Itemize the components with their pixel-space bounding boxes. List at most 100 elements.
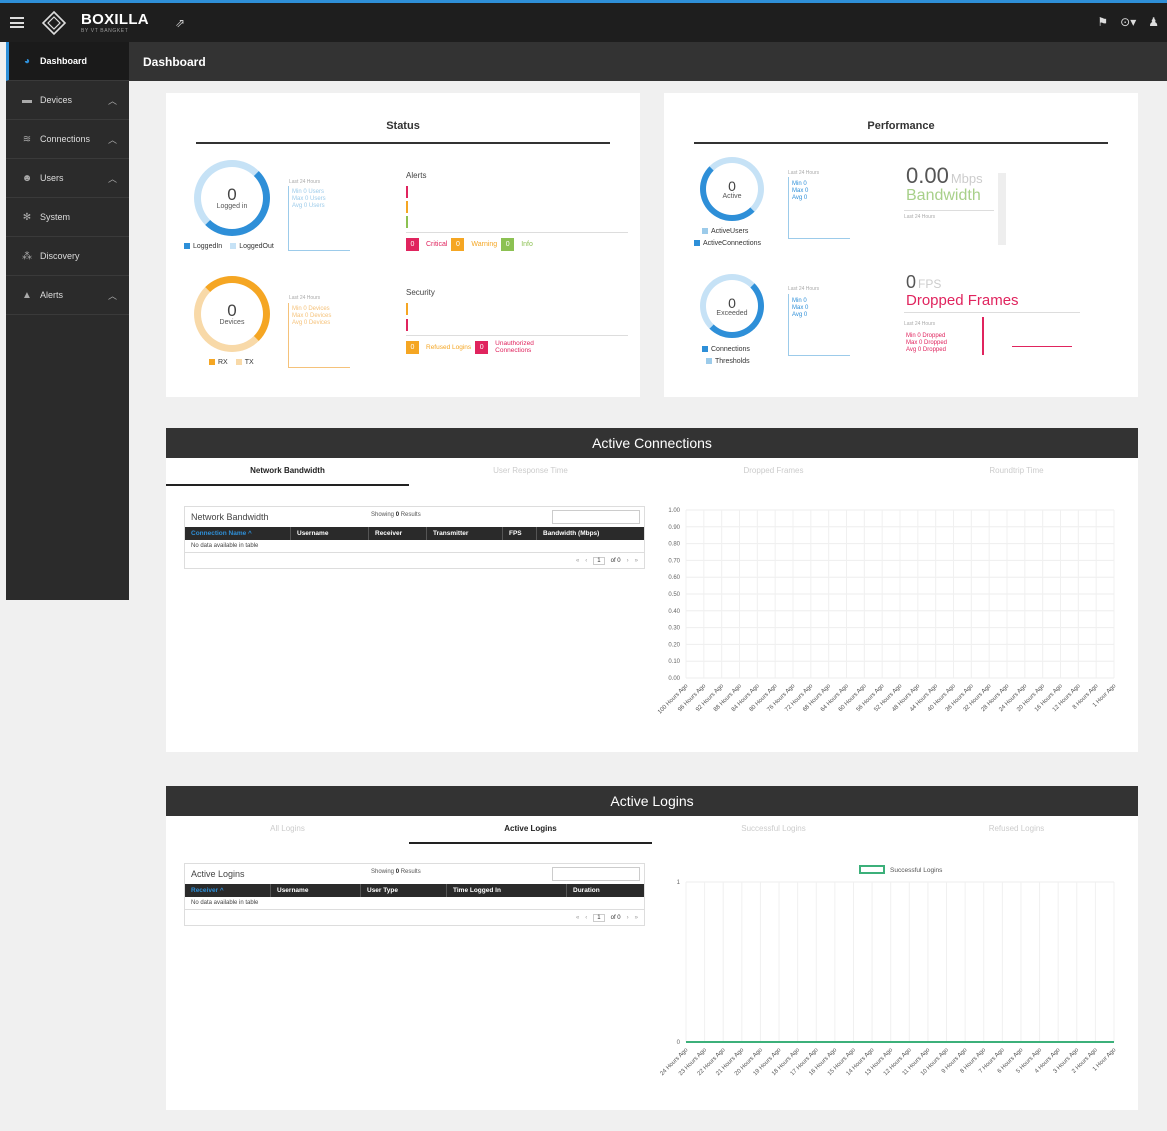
column-receiver[interactable]: Receiver ^ (185, 884, 271, 897)
column-time-logged-in[interactable]: Time Logged In (447, 884, 567, 897)
column-bandwidth[interactable]: Bandwidth (Mbps) (537, 527, 644, 540)
tab-successful-logins[interactable]: Successful Logins (652, 816, 895, 844)
column-connection-name[interactable]: Connection Name ^ (185, 527, 291, 540)
column-transmitter[interactable]: Transmitter (427, 527, 503, 540)
active-legend: ActiveUsers ActiveConnections (694, 228, 761, 247)
bandwidth-value: 0.00 (906, 163, 949, 188)
info-count-badge: 0 (501, 238, 515, 251)
refused-label: Refused Logins (426, 343, 472, 351)
exceeded-mini-chart (788, 294, 850, 356)
search-input[interactable] (552, 867, 640, 881)
tab-refused-logins[interactable]: Refused Logins (895, 816, 1138, 844)
active-logins-header: Active Logins (166, 786, 1138, 816)
tab-roundtrip-time[interactable]: Roundtrip Time (895, 458, 1138, 486)
active-count: 0 (728, 177, 736, 194)
tab-user-response-time[interactable]: User Response Time (409, 458, 652, 486)
logged-last-label: Last 24 Hours (289, 179, 321, 185)
alerts-title: Alerts (406, 171, 427, 180)
last-page-button[interactable]: » (635, 558, 638, 564)
devices-legend: RX TX (209, 359, 254, 366)
logged-in-donut: 0 Logged in (194, 160, 270, 236)
sidebar-item-users[interactable]: ☻ Users ︿ (6, 159, 129, 198)
tab-all-logins[interactable]: All Logins (166, 816, 409, 844)
sidebar-item-devices[interactable]: ▬ Devices ︿ (6, 81, 129, 120)
security-legend: 0 Refused Logins 0 Unauthorized Connection… (406, 340, 547, 354)
sidebar: ◕ Dashboard ▬ Devices ︿ ≋ Connections ︿ … (6, 42, 129, 600)
tab-dropped-frames[interactable]: Dropped Frames (652, 458, 895, 486)
devices-icon: ▬ (22, 94, 32, 106)
sidebar-item-connections[interactable]: ≋ Connections ︿ (6, 120, 129, 159)
legend-item: TX (235, 359, 254, 366)
devices-mini-chart (288, 303, 350, 368)
fps-rule (904, 312, 1080, 313)
devices-last-label: Last 24 Hours (289, 295, 321, 301)
prev-page-button[interactable]: ‹ (585, 915, 587, 921)
results-count: Showing 0 Results (371, 512, 421, 518)
column-receiver[interactable]: Receiver (369, 527, 427, 540)
info-label: Info (521, 241, 533, 248)
warning-icon: ▲ (22, 289, 32, 301)
column-username[interactable]: Username (271, 884, 361, 897)
table-header: Receiver ^ Username User Type Time Logge… (185, 884, 644, 897)
exceeded-label: Exceeded (716, 309, 748, 317)
legend-item: ActiveUsers (702, 228, 748, 235)
tab-network-bandwidth[interactable]: Network Bandwidth (166, 458, 409, 486)
external-link-icon[interactable]: ⇗ (175, 16, 185, 30)
column-user-type[interactable]: User Type (361, 884, 447, 897)
active-last-label: Last 24 Hours (788, 170, 820, 176)
table-header: Connection Name ^ Username Receiver Tran… (185, 527, 644, 540)
page-input[interactable]: 1 (593, 913, 605, 922)
info-bar (406, 216, 408, 228)
sidebar-item-label: Dashboard (40, 56, 88, 66)
column-duration[interactable]: Duration (567, 884, 644, 897)
user-icon[interactable]: ♟ (1148, 15, 1159, 29)
first-page-button[interactable]: « (576, 558, 579, 564)
x-tick-label: 100 Hours Ago (657, 683, 690, 716)
search-input[interactable] (552, 510, 640, 524)
active-logins-tabs: All Logins Active Logins Successful Logi… (166, 816, 1138, 844)
page-input[interactable]: 1 (593, 556, 605, 565)
column-username[interactable]: Username (291, 527, 369, 540)
active-connections-tabs: Network Bandwidth User Response Time Dro… (166, 458, 1138, 486)
chevron-up-icon: ︿ (107, 290, 117, 301)
help-icon[interactable]: ⊙▾ (1120, 15, 1136, 29)
prev-page-button[interactable]: ‹ (585, 558, 587, 564)
sidebar-item-label: System (40, 212, 71, 222)
status-title: Status (386, 120, 420, 132)
column-fps[interactable]: FPS (503, 527, 537, 540)
warning-label: Warning (471, 241, 498, 248)
unauthorized-count-badge: 0 (475, 340, 489, 354)
gear-icon: ✻ (22, 211, 32, 223)
users-icon: ☻ (21, 172, 33, 184)
devices-donut: 0 Devices (194, 276, 270, 352)
active-label: Active (722, 192, 742, 200)
performance-title-rule (694, 142, 1108, 144)
menu-icon[interactable] (10, 17, 24, 28)
y-tick-label: 0.20 (668, 642, 680, 648)
critical-count-badge: 0 (406, 238, 419, 251)
status-card: Status 0 Logged in Last 24 Hours Min 0 U… (166, 93, 640, 397)
y-tick-label: 0.40 (668, 609, 680, 615)
pagination: « ‹ 1 of 0 › » (185, 553, 644, 568)
first-page-button[interactable]: « (576, 915, 579, 921)
bandwidth-value-row: 0.00 Mbps (906, 165, 983, 187)
tab-active-logins[interactable]: Active Logins (409, 816, 652, 844)
flag-icon[interactable]: ⚑ (1097, 15, 1108, 29)
bandwidth-gauge (998, 173, 1006, 245)
y-tick-label: 0.00 (668, 676, 680, 682)
next-page-button[interactable]: › (627, 558, 629, 564)
exceeded-count: 0 (728, 294, 736, 311)
next-page-button[interactable]: › (627, 915, 629, 921)
sidebar-item-discovery[interactable]: ⁂ Discovery (6, 237, 129, 276)
brand-name: BOXILLA (81, 10, 149, 28)
fps-baseline (1012, 346, 1072, 347)
sidebar-item-alerts[interactable]: ▲ Alerts ︿ (6, 276, 129, 315)
last-page-button[interactable]: » (635, 915, 638, 921)
refused-bar (406, 303, 408, 315)
sidebar-item-system[interactable]: ✻ System (6, 198, 129, 237)
sidebar-item-dashboard[interactable]: ◕ Dashboard (6, 42, 129, 81)
fps-max: Max 0 Dropped (906, 340, 948, 346)
unauthorized-bar (406, 319, 408, 331)
table-title: Network Bandwidth (191, 512, 269, 522)
network-bandwidth-table: Network Bandwidth Showing 0 Results Conn… (184, 506, 645, 569)
